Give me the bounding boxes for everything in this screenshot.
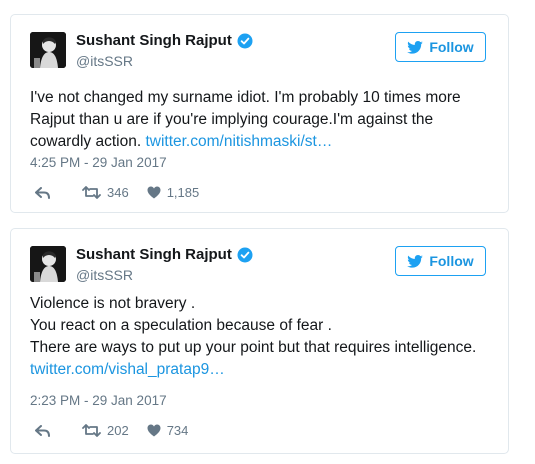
tweet-timestamp[interactable]: 2:23 PM - 29 Jan 2017 [30, 393, 167, 408]
verified-badge-icon [237, 33, 253, 49]
author-row: Sushant Singh Rajput [76, 246, 253, 263]
tweet-actions: 346 1,185 [35, 185, 217, 200]
tweet-text: Violence is not bravery . You react on a… [30, 293, 494, 381]
retweet-count: 202 [107, 423, 129, 438]
tweet-card: Sushant Singh Rajput @itsSSR Follow I've… [10, 14, 509, 213]
author-handle[interactable]: @itsSSR [76, 267, 133, 283]
tweet-actions: 202 734 [35, 423, 206, 438]
reply-button[interactable] [35, 424, 56, 437]
tweet-link[interactable]: twitter.com/vishal_pratap9… [30, 361, 225, 378]
retweet-count: 346 [107, 185, 129, 200]
tweet-body: Violence is not bravery . You react on a… [30, 295, 477, 356]
author-name[interactable]: Sushant Singh Rajput [76, 246, 232, 263]
like-count: 1,185 [166, 185, 200, 200]
author-name[interactable]: Sushant Singh Rajput [76, 32, 232, 49]
author-handle[interactable]: @itsSSR [76, 53, 133, 69]
like-button[interactable]: 734 [147, 423, 189, 438]
twitter-bird-icon [407, 254, 424, 268]
follow-button[interactable]: Follow [395, 246, 486, 276]
like-count: 734 [166, 423, 189, 438]
reply-icon [35, 424, 50, 437]
tweet-timestamp[interactable]: 4:25 PM - 29 Jan 2017 [30, 155, 167, 170]
avatar[interactable] [30, 32, 66, 68]
retweet-button[interactable]: 202 [82, 423, 129, 438]
verified-badge-icon [237, 247, 253, 263]
reply-button[interactable] [35, 186, 56, 199]
retweet-icon [82, 424, 101, 437]
twitter-bird-icon [407, 40, 424, 54]
tweet-link[interactable]: twitter.com/nitishmaski/st… [145, 133, 332, 150]
follow-label: Follow [429, 39, 474, 55]
retweet-button[interactable]: 346 [82, 185, 129, 200]
follow-button[interactable]: Follow [395, 32, 486, 62]
avatar[interactable] [30, 246, 66, 282]
like-button[interactable]: 1,185 [147, 185, 200, 200]
tweet-text: I've not changed my surname idiot. I'm p… [30, 87, 494, 153]
tweet-card: Sushant Singh Rajput @itsSSR Follow Viol… [10, 228, 509, 454]
follow-label: Follow [429, 253, 474, 269]
author-row: Sushant Singh Rajput [76, 32, 253, 49]
heart-icon [147, 424, 161, 437]
retweet-icon [82, 186, 101, 199]
heart-icon [147, 186, 161, 199]
reply-icon [35, 186, 50, 199]
